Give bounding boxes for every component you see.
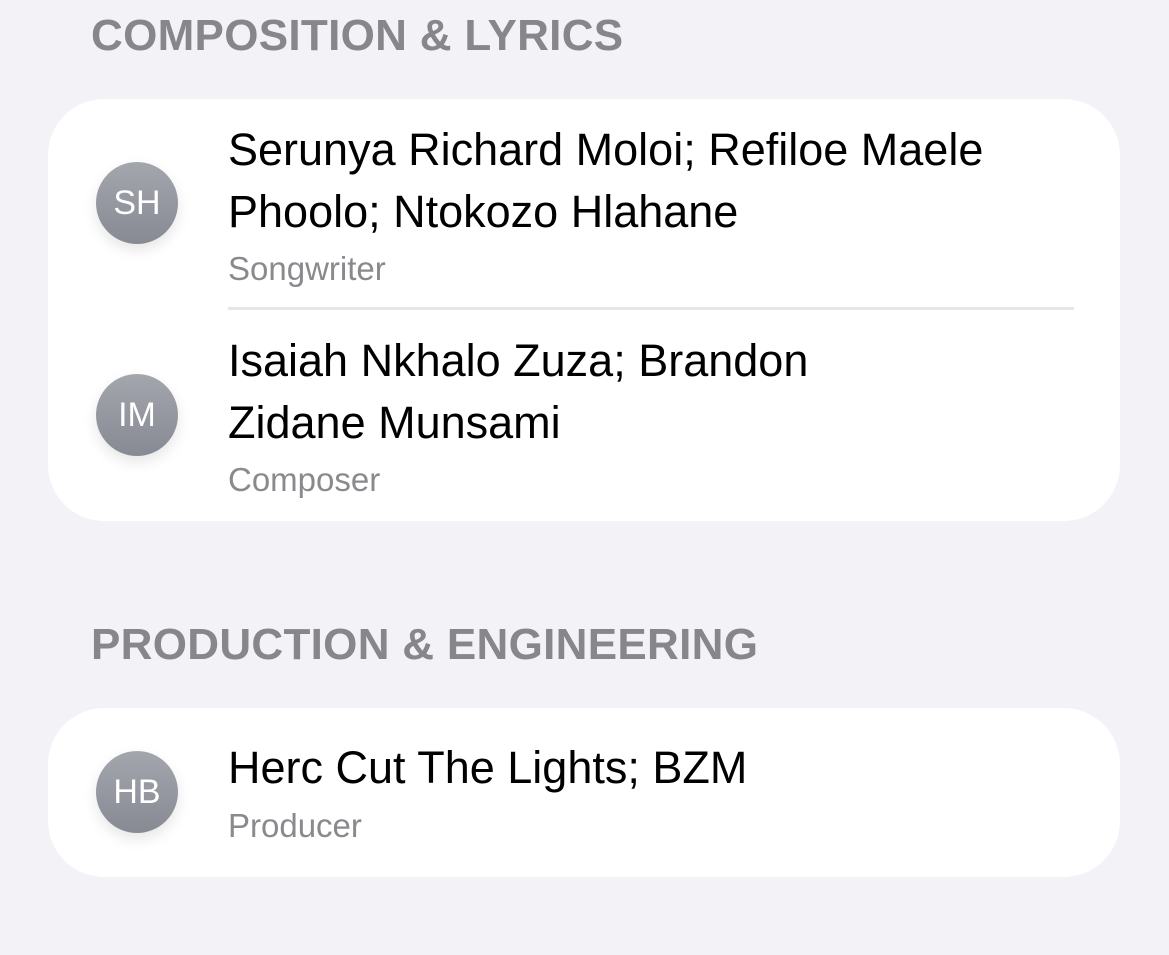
avatar: HB	[96, 751, 178, 833]
credit-role: Producer	[228, 807, 362, 844]
section-header-composition-lyrics: COMPOSITION & LYRICS	[91, 11, 624, 60]
credit-name-line-2: Phoolo; Ntokozo Hlahane	[228, 186, 739, 237]
credit-row-composer[interactable]: IM Isaiah Nkhalo Zuza; Brandon Zidane Mu…	[48, 310, 1120, 521]
avatar: SH	[96, 162, 178, 244]
credit-row-songwriter[interactable]: SH Serunya Richard Moloi; Refiloe Maele …	[48, 99, 1120, 309]
credit-name: Isaiah Nkhalo Zuza; Brandon Zidane Munsa…	[228, 330, 1088, 454]
credit-role: Composer	[228, 461, 381, 498]
credits-card-production: HB Herc Cut The Lights; BZM Producer	[48, 708, 1120, 877]
credit-name-line-1: Serunya Richard Moloi; Refiloe Maele	[228, 124, 984, 175]
credits-card-composition: SH Serunya Richard Moloi; Refiloe Maele …	[48, 99, 1120, 521]
credit-name-line-1: Isaiah Nkhalo Zuza; Brandon	[228, 335, 809, 386]
credit-name-line-2: Zidane Munsami	[228, 397, 561, 448]
credit-name: Herc Cut The Lights; BZM	[228, 737, 1088, 799]
credit-row-producer[interactable]: HB Herc Cut The Lights; BZM Producer	[48, 708, 1120, 877]
avatar: IM	[96, 374, 178, 456]
section-header-production-engineering: PRODUCTION & ENGINEERING	[91, 620, 759, 669]
credit-name-line-1: Herc Cut The Lights; BZM	[228, 742, 748, 793]
credit-name: Serunya Richard Moloi; Refiloe Maele Pho…	[228, 119, 1088, 243]
credits-page: COMPOSITION & LYRICS SH Serunya Richard …	[0, 0, 1169, 955]
credit-role: Songwriter	[228, 250, 386, 287]
